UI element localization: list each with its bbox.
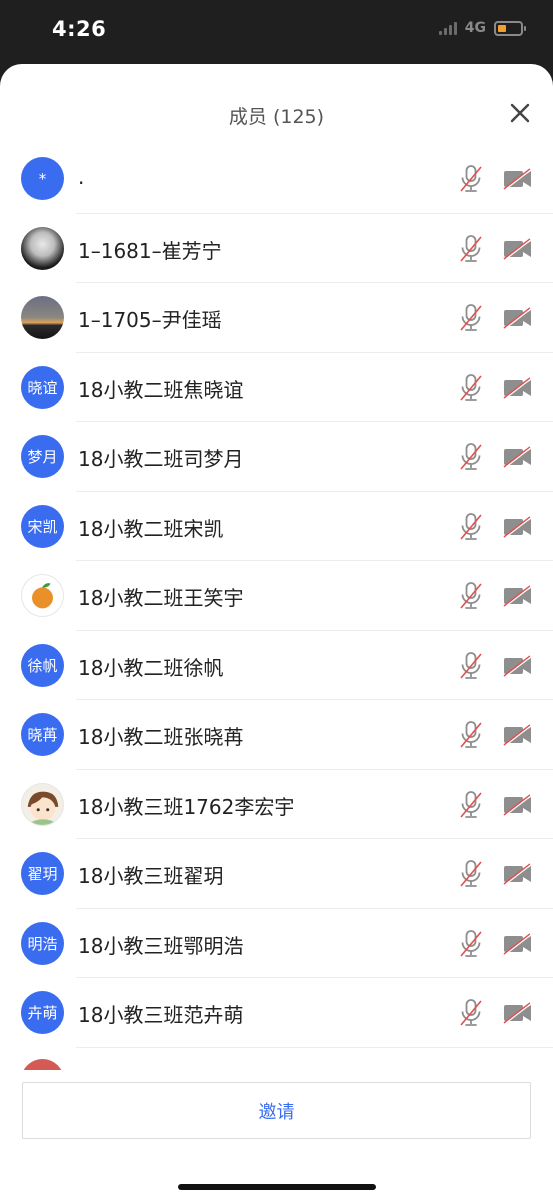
member-name: 18小教二班张晓苒: [78, 725, 244, 749]
member-name: 18小教二班司梦月: [78, 447, 244, 471]
mic-muted-icon[interactable]: [458, 581, 484, 611]
member-name: 18小教三班翟玥: [78, 864, 224, 888]
status-time: 4:26: [52, 17, 107, 41]
camera-off-icon[interactable]: [503, 1002, 533, 1024]
member-name: .: [78, 165, 85, 189]
mic-muted-icon[interactable]: [458, 790, 484, 820]
divider: [76, 1046, 553, 1048]
invite-button[interactable]: 邀请: [22, 1082, 531, 1139]
camera-off-icon[interactable]: [503, 654, 533, 677]
mic-muted-icon[interactable]: [458, 859, 484, 889]
list-item[interactable]: 卉萌 18小教三班范卉萌: [0, 978, 553, 1048]
sheet-header: 成员 (125): [0, 64, 553, 144]
avatar: 晓苒: [21, 713, 64, 756]
avatar: 晓谊: [21, 365, 64, 409]
mic-muted-icon[interactable]: [458, 929, 484, 959]
mic-muted-icon[interactable]: [458, 234, 484, 264]
camera-off-icon[interactable]: [503, 724, 533, 746]
list-item[interactable]: 1–1705–尹佳瑶: [0, 283, 553, 353]
member-name: 1–1681–崔芳宁: [78, 238, 222, 263]
camera-off-icon[interactable]: [503, 307, 533, 329]
camera-off-icon[interactable]: [503, 793, 533, 816]
avatar: [21, 296, 64, 339]
battery-icon: [494, 20, 526, 36]
close-icon: [510, 103, 530, 123]
member-name: 18小教三班鄂明浩: [78, 933, 244, 958]
list-item[interactable]: 明浩 18小教三班鄂明浩: [0, 909, 553, 978]
status-bar: 4:26 4G: [0, 0, 553, 62]
camera-off-icon[interactable]: [503, 585, 533, 607]
mic-muted-icon[interactable]: [458, 720, 484, 750]
camera-off-icon[interactable]: [503, 932, 533, 955]
camera-off-icon[interactable]: [503, 237, 533, 260]
mic-muted-icon[interactable]: [458, 303, 484, 333]
list-item[interactable]: 翟玥 18小教三班翟玥: [0, 839, 553, 909]
mic-muted-icon[interactable]: [458, 373, 484, 403]
sheet-title: 成员 (125): [228, 106, 325, 128]
signal-icon: [438, 21, 457, 35]
avatar: 卉萌: [21, 991, 64, 1034]
list-item[interactable]: 徐帆 18小教二班徐帆: [0, 631, 553, 700]
avatar: [21, 782, 64, 826]
member-name: 18小教二班王笑宇: [78, 586, 244, 610]
member-name: 18小教三班范卉萌: [78, 1003, 244, 1027]
members-sheet: 成员 (125) *. 1–1681–崔芳宁 1–1705–尹佳瑶 晓谊 18小教…: [0, 64, 553, 1197]
home-indicator: [178, 1184, 376, 1190]
member-list[interactable]: *. 1–1681–崔芳宁 1–1705–尹佳瑶 晓谊 18小教二班焦晓谊 梦月 1…: [0, 144, 553, 1070]
status-indicators: 4G: [438, 20, 526, 36]
avatar: 徐帆: [21, 643, 64, 687]
network-label: 4G: [464, 20, 486, 36]
list-item[interactable]: *.: [0, 144, 553, 214]
avatar: 翟玥: [21, 852, 64, 895]
member-name: 18小教二班焦晓谊: [78, 377, 244, 402]
camera-off-icon[interactable]: [503, 446, 533, 468]
member-name: 18小教三班1762李宏宇: [78, 794, 295, 819]
avatar: [21, 226, 64, 270]
camera-off-icon[interactable]: [503, 168, 533, 190]
camera-off-icon[interactable]: [503, 863, 533, 885]
avatar: *: [21, 157, 64, 200]
list-item[interactable]: 18小教二班王笑宇: [0, 561, 553, 631]
list-item[interactable]: 晓谊 18小教二班焦晓谊: [0, 353, 553, 422]
member-name: 18小教二班徐帆: [78, 655, 224, 680]
list-item[interactable]: 梦月 18小教二班司梦月: [0, 422, 553, 492]
list-item[interactable]: 宋凯 18小教二班宋凯: [0, 492, 553, 561]
avatar: [21, 574, 64, 617]
avatar: 梦月: [21, 435, 64, 478]
mic-muted-icon[interactable]: [458, 512, 484, 542]
mic-muted-icon[interactable]: [458, 998, 484, 1028]
avatar: 明浩: [21, 921, 64, 965]
camera-off-icon[interactable]: [503, 515, 533, 538]
list-item[interactable]: 18小教三班1762李宏宇: [0, 770, 553, 839]
camera-off-icon[interactable]: [503, 376, 533, 399]
mic-muted-icon[interactable]: [458, 651, 484, 681]
close-button[interactable]: [507, 100, 533, 126]
member-name: 18小教二班宋凯: [78, 516, 224, 541]
mic-muted-icon[interactable]: [458, 164, 484, 194]
list-item[interactable]: 1–1681–崔芳宁: [0, 214, 553, 283]
sheet-footer: 邀请: [0, 1070, 553, 1197]
avatar: 宋凯: [21, 504, 64, 548]
member-name: 1–1705–尹佳瑶: [78, 308, 222, 332]
mic-muted-icon[interactable]: [458, 442, 484, 472]
list-item[interactable]: 晓苒 18小教二班张晓苒: [0, 700, 553, 770]
